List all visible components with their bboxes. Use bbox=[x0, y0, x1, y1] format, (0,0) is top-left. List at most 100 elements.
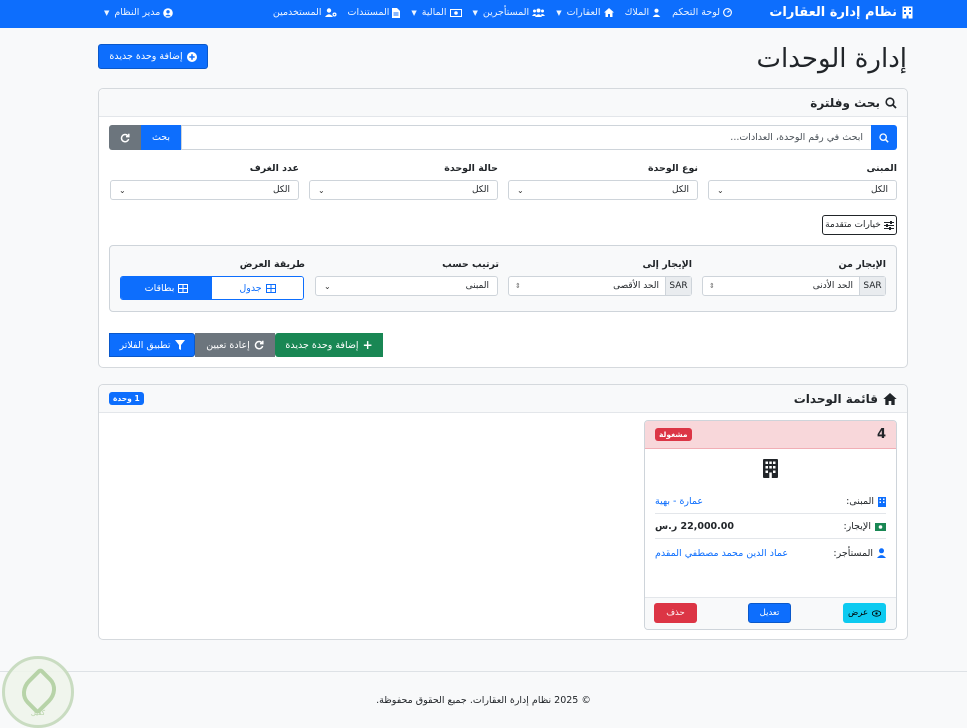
chevron-down-icon: ▼ bbox=[556, 8, 562, 17]
apply-filters-button[interactable]: تطبيق الفلاتر bbox=[109, 333, 195, 357]
rooms-select[interactable]: الكل ⌄ bbox=[110, 180, 299, 200]
view-table-label: جدول bbox=[239, 282, 262, 294]
units-list-card: قائمة الوحدات 1 وحدة 4 مشغولة المبنى: عم… bbox=[98, 384, 908, 640]
building-filter-label: المبنى bbox=[866, 163, 897, 174]
nav-label: العقارات bbox=[566, 7, 601, 18]
tenant-label-group: المستأجر: bbox=[833, 548, 886, 559]
nav-label: المستندات bbox=[347, 7, 390, 18]
rooms-filter-label: عدد الغرف bbox=[249, 163, 299, 174]
file-icon bbox=[392, 7, 401, 18]
rent-label: الإيجار: bbox=[843, 521, 871, 532]
rent-to-input[interactable]: الحد الأقصى ⇕ bbox=[509, 277, 665, 295]
search-filter-header: بحث وفلترة bbox=[99, 89, 907, 117]
user-icon bbox=[877, 548, 886, 558]
nav-item-finance[interactable]: المالية ▼ bbox=[411, 7, 462, 18]
add-unit-action-button[interactable]: + إضافة وحدة جديدة bbox=[275, 333, 383, 357]
nav-item-owners[interactable]: الملاك bbox=[625, 7, 662, 18]
delete-unit-button[interactable]: حذف bbox=[654, 603, 697, 623]
nav-item-properties[interactable]: العقارات ▼ bbox=[556, 7, 614, 18]
building-link[interactable]: عمارة - بهية bbox=[655, 496, 703, 507]
view-cards-label: بطاقات bbox=[144, 282, 175, 294]
add-unit-button[interactable]: إضافة وحدة جديدة bbox=[98, 44, 208, 69]
unit-type-filter-label: نوع الوحدة bbox=[647, 163, 698, 174]
chevron-down-icon: ⌄ bbox=[324, 281, 331, 291]
advanced-options-panel: الإيجار من الإيجار إلى ترتيب حسب طريقة ا… bbox=[109, 245, 897, 312]
search-bar: بحث bbox=[109, 125, 897, 150]
view-cards-button[interactable]: بطاقات bbox=[121, 277, 212, 299]
eye-icon bbox=[872, 609, 882, 617]
filter-icon bbox=[174, 340, 185, 350]
refresh-icon bbox=[254, 340, 264, 350]
unit-tenant-row: المستأجر: عماد الدين محمد مصطفي المقدم bbox=[655, 541, 886, 565]
view-unit-button[interactable]: عرض bbox=[843, 603, 886, 623]
user-tie-icon bbox=[652, 8, 661, 17]
select-value: الكل bbox=[671, 185, 689, 195]
brand[interactable]: نظام إدارة العقارات bbox=[769, 5, 913, 20]
search-input[interactable] bbox=[181, 125, 871, 150]
page-title: إدارة الوحدات bbox=[756, 44, 907, 74]
rent-value: 22,000.00 ر.س bbox=[655, 521, 734, 532]
rent-from-group[interactable]: SAR الحد الأدنى ⇕ bbox=[702, 276, 886, 296]
units-list-title: قائمة الوحدات bbox=[793, 391, 878, 406]
search-filter-card: بحث وفلترة بحث المبنى نوع الوحدة حالة ال… bbox=[98, 88, 908, 368]
plus-icon: + bbox=[362, 338, 373, 352]
chevron-down-icon: ▼ bbox=[411, 8, 417, 17]
advanced-options-label: خيارات متقدمة bbox=[825, 220, 881, 230]
status-badge: مشغولة bbox=[655, 428, 692, 441]
sort-by-label: ترتيب حسب bbox=[442, 259, 499, 270]
admin-menu[interactable]: مدير النظام ▼ bbox=[104, 7, 174, 18]
refresh-search-button[interactable] bbox=[109, 125, 141, 150]
users-icon bbox=[532, 8, 546, 17]
rent-from-input[interactable]: الحد الأدنى ⇕ bbox=[703, 277, 859, 295]
unit-number: 4 bbox=[876, 427, 886, 442]
page-footer: © 2025 نظام إدارة العقارات. جميع الحقوق … bbox=[0, 671, 967, 728]
chevron-down-icon: ⌄ bbox=[717, 185, 724, 195]
grid-icon bbox=[178, 283, 189, 293]
nav-label: المستأجرين bbox=[482, 7, 530, 18]
currency-addon: SAR bbox=[665, 277, 691, 295]
building-label: المبنى: bbox=[846, 496, 874, 507]
nav-item-dashboard[interactable]: لوحة التحكم bbox=[672, 7, 732, 18]
unit-rent-row: الإيجار: 22,000.00 ر.س bbox=[655, 515, 886, 539]
add-unit-action-label: إضافة وحدة جديدة bbox=[285, 339, 359, 351]
rent-label-group: الإيجار: bbox=[843, 521, 886, 532]
table-icon bbox=[265, 283, 276, 293]
admin-label: مدير النظام bbox=[114, 7, 161, 18]
building-icon bbox=[763, 459, 778, 478]
rent-to-group[interactable]: SAR الحد الأقصى ⇕ bbox=[508, 276, 692, 296]
reset-filters-button[interactable]: إعادة تعيين bbox=[195, 333, 275, 357]
edit-unit-button[interactable]: تعديل bbox=[748, 603, 791, 623]
search-button[interactable]: بحث bbox=[141, 125, 181, 150]
unit-status-select[interactable]: الكل ⌄ bbox=[309, 180, 498, 200]
plus-circle-icon bbox=[186, 51, 197, 62]
reset-filters-label: إعادة تعيين bbox=[206, 339, 250, 351]
building-icon bbox=[902, 6, 913, 19]
building-icon bbox=[878, 496, 886, 507]
building-select[interactable]: الكل ⌄ bbox=[708, 180, 897, 200]
sliders-icon bbox=[883, 220, 894, 230]
select-value: المبنى bbox=[465, 281, 489, 291]
view-mode-toggle: جدول بطاقات bbox=[120, 276, 304, 300]
chevron-down-icon: ⌄ bbox=[318, 185, 325, 195]
chevron-down-icon: ⌄ bbox=[119, 185, 126, 195]
home-icon bbox=[883, 392, 897, 405]
rent-to-placeholder: الحد الأقصى bbox=[613, 281, 659, 291]
nav-item-documents[interactable]: المستندات bbox=[348, 7, 401, 18]
unit-card-header: 4 مشغولة bbox=[645, 421, 896, 449]
nav-label: المالية bbox=[421, 7, 447, 18]
top-navbar: نظام إدارة العقارات لوحة التحكم الملاك ا… bbox=[0, 0, 967, 28]
refresh-icon bbox=[120, 133, 130, 142]
nav-item-users[interactable]: المستخدمين bbox=[273, 7, 337, 18]
select-value: الكل bbox=[471, 185, 489, 195]
sort-by-select[interactable]: المبنى ⌄ bbox=[315, 276, 498, 296]
nav-item-tenants[interactable]: المستأجرين ▼ bbox=[473, 7, 546, 18]
view-unit-label: عرض bbox=[847, 608, 869, 618]
spinner-icon: ⇕ bbox=[515, 282, 521, 290]
advanced-options-button[interactable]: خيارات متقدمة bbox=[822, 215, 897, 235]
tenant-label: المستأجر: bbox=[833, 547, 873, 559]
view-table-button[interactable]: جدول bbox=[212, 277, 303, 299]
unit-type-select[interactable]: الكل ⌄ bbox=[508, 180, 698, 200]
brand-label: نظام إدارة العقارات bbox=[769, 5, 897, 20]
tenant-link[interactable]: عماد الدين محمد مصطفي المقدم bbox=[655, 548, 788, 559]
watermark-logo: كفيل bbox=[2, 656, 74, 728]
